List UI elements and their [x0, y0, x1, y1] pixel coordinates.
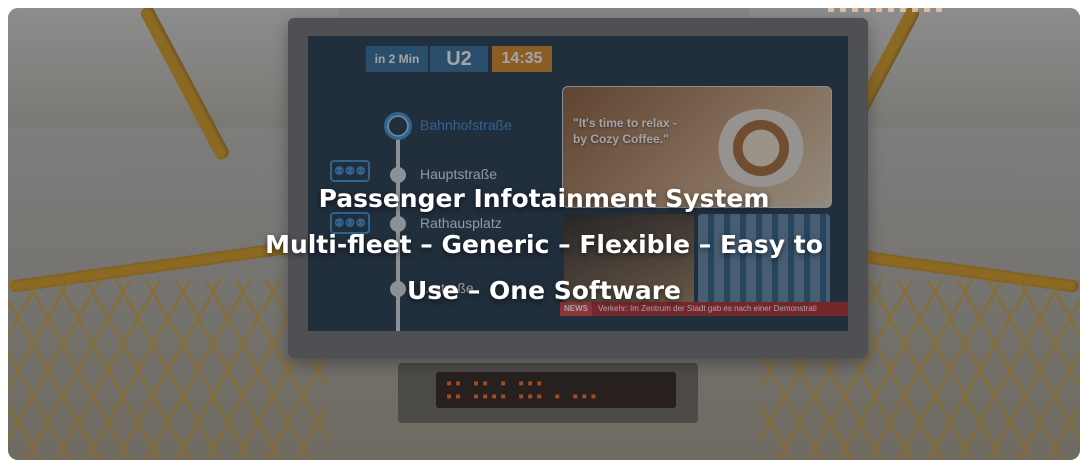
decorative-dots — [828, 8, 948, 12]
headline-line-3: Use – One Software — [406, 276, 681, 305]
hero-banner: ▪▪ ▪▪ ▪ ▪▪▪ ▪▪ ▪▪▪▪ ▪▪▪ ▪ ▪▪▪ in 2 Min U2… — [8, 8, 1080, 460]
headline-line-2: Multi-fleet – Generic – Flexible – Easy … — [265, 230, 823, 259]
headline-line-1: Passenger Infotainment System — [318, 184, 770, 213]
hero-headline: Passenger Infotainment System Multi-flee… — [8, 176, 1080, 314]
